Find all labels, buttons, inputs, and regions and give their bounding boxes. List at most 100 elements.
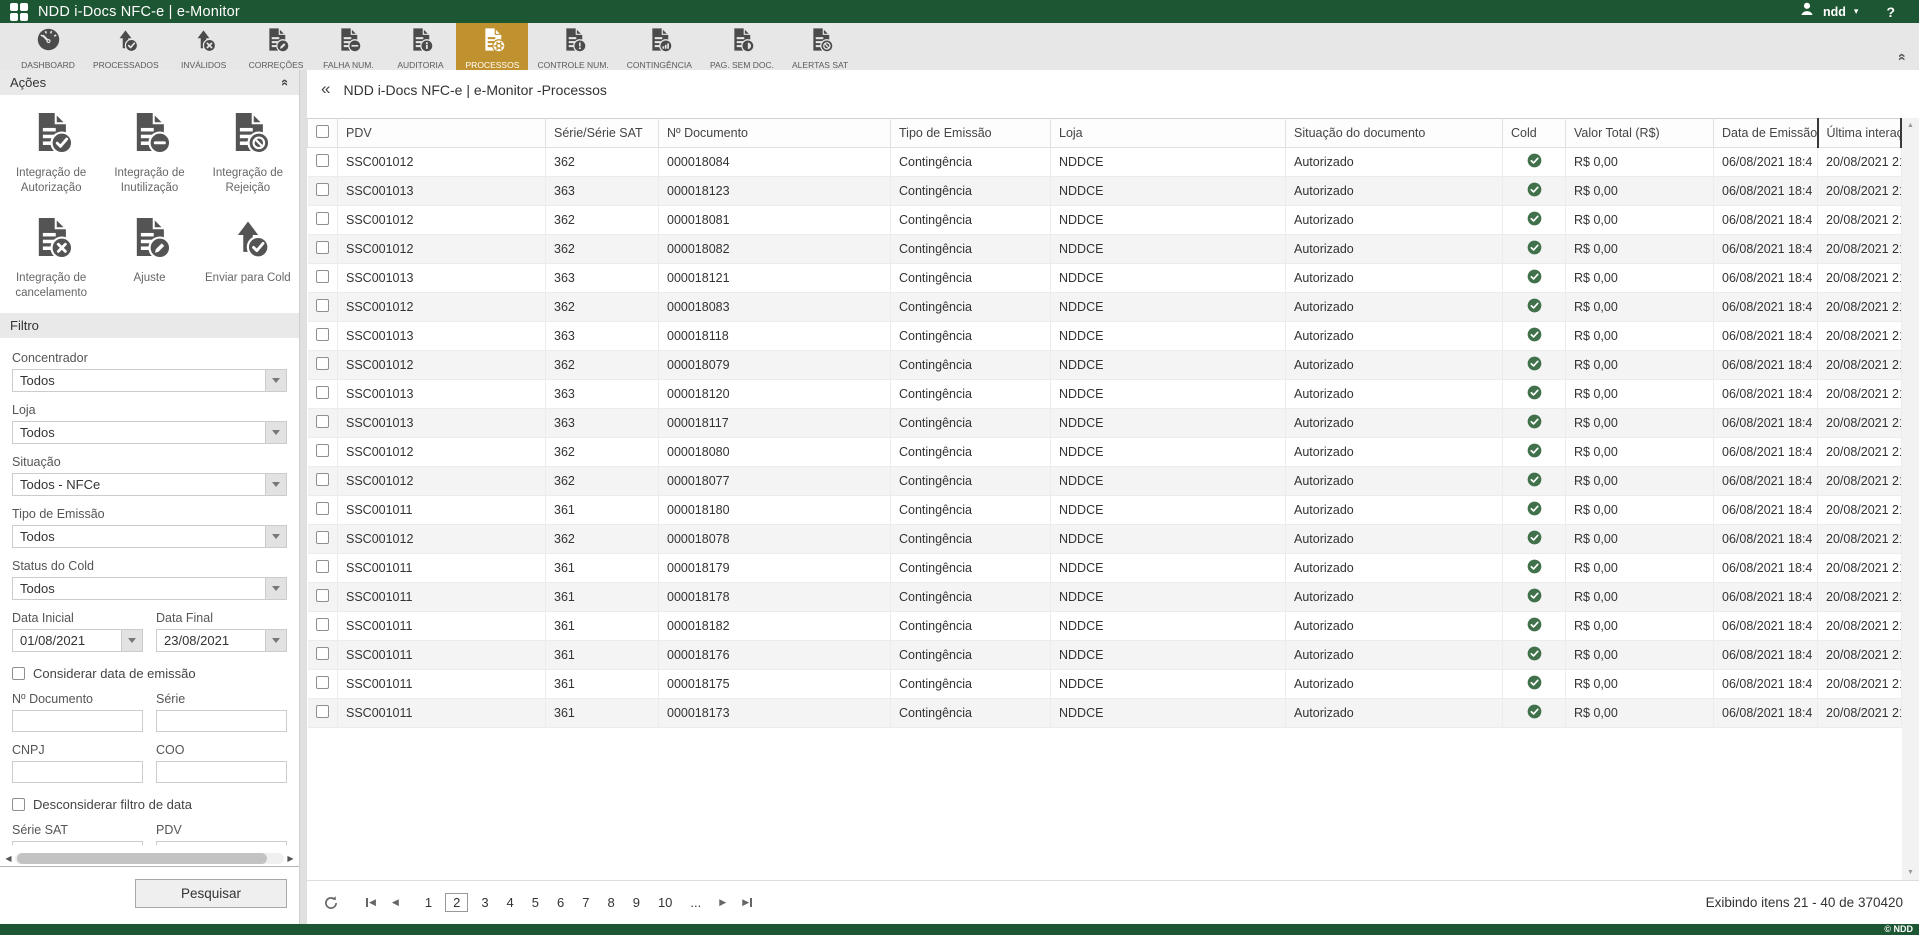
refresh-icon[interactable] [323, 895, 339, 911]
toolbar-tab-alertas-sat[interactable]: ALERTAS SAT [783, 23, 857, 70]
search-button[interactable]: Pesquisar [135, 879, 287, 908]
dropdown-arrow-icon[interactable] [265, 526, 286, 547]
col-valor[interactable]: Valor Total (R$) [1566, 119, 1714, 148]
row-checkbox[interactable] [316, 357, 329, 370]
toolbar-collapse-icon[interactable]: « [1895, 53, 1911, 61]
scroll-up-icon[interactable]: ▲ [1907, 122, 1914, 129]
col-tipo-emissao[interactable]: Tipo de Emissão [891, 119, 1051, 148]
row-checkbox[interactable] [316, 473, 329, 486]
toolbar-tab-processados[interactable]: PROCESSADOS [84, 23, 168, 70]
row-checkbox[interactable] [316, 705, 329, 718]
chevron-down-icon[interactable]: ▾ [1854, 7, 1859, 16]
coo-input[interactable] [156, 761, 287, 783]
toolbar-tab-invalidos[interactable]: INVÁLIDOS [168, 23, 240, 70]
row-checkbox[interactable] [316, 531, 329, 544]
page-button-8[interactable]: 8 [602, 893, 619, 912]
checkbox-box[interactable] [12, 798, 25, 811]
row-checkbox[interactable] [316, 154, 329, 167]
row-checkbox[interactable] [316, 589, 329, 602]
scrollbar-thumb[interactable] [17, 853, 267, 864]
page-button-5[interactable]: 5 [527, 893, 544, 912]
num-documento-input[interactable] [12, 710, 143, 732]
row-checkbox[interactable] [316, 328, 329, 341]
col-data-emissao[interactable]: Data de Emissão [1714, 119, 1818, 148]
checkbox-considerar-data-emissao[interactable]: Considerar data de emissão [12, 666, 287, 681]
row-checkbox[interactable] [316, 647, 329, 660]
toolbar-tab-controle-num[interactable]: CONTROLE NUM. [528, 23, 617, 70]
toolbar-tab-processos[interactable]: PROCESSOS [456, 23, 528, 70]
checkbox-box[interactable] [12, 667, 25, 680]
serie-sat-input[interactable] [12, 841, 143, 845]
scroll-down-icon[interactable]: ▼ [1907, 869, 1914, 876]
scroll-left-icon[interactable]: ◀ [2, 854, 15, 863]
col-serie[interactable]: Série/Série SAT [546, 119, 659, 148]
scroll-right-icon[interactable]: ▶ [284, 854, 297, 863]
action-integracao-de-rejeicao[interactable]: Integração de Rejeição [199, 109, 297, 196]
loja-select[interactable]: Todos [12, 421, 287, 444]
last-page-button[interactable]: ▶ [742, 897, 752, 908]
dropdown-arrow-icon[interactable] [265, 578, 286, 599]
row-checkbox[interactable] [316, 270, 329, 283]
col-loja[interactable]: Loja [1051, 119, 1286, 148]
toolbar-tab-dashboard[interactable]: DASHBOARD [12, 23, 84, 70]
toolbar-tab-auditoria[interactable]: AUDITORIA [384, 23, 456, 70]
page-button-4[interactable]: 4 [502, 893, 519, 912]
action-integracao-de-cancelamento[interactable]: Integração de cancelamento [2, 214, 100, 301]
cnpj-input[interactable] [12, 761, 143, 783]
row-checkbox[interactable] [316, 241, 329, 254]
date-final-select[interactable]: 23/08/2021 [156, 629, 287, 652]
row-checkbox[interactable] [316, 618, 329, 631]
page-button-9[interactable]: 9 [628, 893, 645, 912]
toolbar-tab-contingencia[interactable]: CONTINGÊNCIA [618, 23, 701, 70]
row-checkbox[interactable] [316, 560, 329, 573]
sidebar-horizontal-scrollbar[interactable]: ◀ ▶ [0, 851, 299, 867]
app-grid-icon[interactable] [10, 3, 28, 21]
dropdown-arrow-icon[interactable] [265, 630, 286, 651]
actions-collapse-icon[interactable]: « [278, 79, 293, 86]
table-vertical-scrollbar[interactable]: ▲ ▼ [1902, 118, 1919, 880]
action-ajuste[interactable]: Ajuste [100, 214, 198, 301]
tipo-de-emissao-select[interactable]: Todos [12, 525, 287, 548]
page-button-3[interactable]: 3 [476, 893, 493, 912]
page-button-7[interactable]: 7 [577, 893, 594, 912]
scrollbar-track[interactable] [15, 853, 284, 864]
row-checkbox[interactable] [316, 676, 329, 689]
help-button[interactable]: ? [1886, 4, 1895, 20]
next-page-button[interactable]: ▶ [719, 897, 726, 908]
toolbar-tab-correcoes[interactable]: CORREÇÕES [240, 23, 313, 70]
row-checkbox[interactable] [316, 183, 329, 196]
page-button-10[interactable]: 10 [653, 893, 677, 912]
row-checkbox[interactable] [316, 386, 329, 399]
dropdown-arrow-icon[interactable] [265, 422, 286, 443]
row-checkbox[interactable] [316, 299, 329, 312]
date-initial-select[interactable]: 01/08/2021 [12, 629, 143, 652]
toolbar-tab-pag-sem-doc[interactable]: PAG. SEM DOC. [701, 23, 783, 70]
col-ultima-interacao[interactable]: Última interação [1818, 119, 1902, 148]
col-pdv[interactable]: PDV [338, 119, 546, 148]
page-button-1[interactable]: 1 [420, 893, 437, 912]
row-checkbox[interactable] [316, 415, 329, 428]
page-ellipsis[interactable]: ... [685, 893, 706, 912]
row-checkbox[interactable] [316, 444, 329, 457]
toolbar-tab-falha-num[interactable]: FALHA NUM. [312, 23, 384, 70]
page-button-6[interactable]: 6 [552, 893, 569, 912]
status-do-cold-select[interactable]: Todos [12, 577, 287, 600]
dropdown-arrow-icon[interactable] [265, 474, 286, 495]
col-documento[interactable]: Nº Documento [659, 119, 891, 148]
page-button-2[interactable]: 2 [445, 893, 468, 912]
checkbox-desconsiderar-filtro-data[interactable]: Desconsiderar filtro de data [12, 797, 287, 812]
col-cold[interactable]: Cold [1503, 119, 1566, 148]
serie-input[interactable] [156, 710, 287, 732]
sidebar-collapse-icon[interactable]: « [321, 80, 330, 99]
prev-page-button[interactable]: ◀ [392, 897, 399, 908]
dropdown-arrow-icon[interactable] [265, 370, 286, 391]
action-integracao-de-inutilizacao[interactable]: Integração de Inutilização [100, 109, 198, 196]
dropdown-arrow-icon[interactable] [121, 630, 142, 651]
action-integracao-de-autorizacao[interactable]: Integração de Autorização [2, 109, 100, 196]
first-page-button[interactable]: ◀ [366, 897, 376, 908]
concentrador-select[interactable]: Todos [12, 369, 287, 392]
row-checkbox[interactable] [316, 212, 329, 225]
user-menu[interactable]: ndd [1823, 5, 1846, 19]
col-situacao[interactable]: Situação do documento [1286, 119, 1503, 148]
pdv-input[interactable] [156, 841, 287, 845]
